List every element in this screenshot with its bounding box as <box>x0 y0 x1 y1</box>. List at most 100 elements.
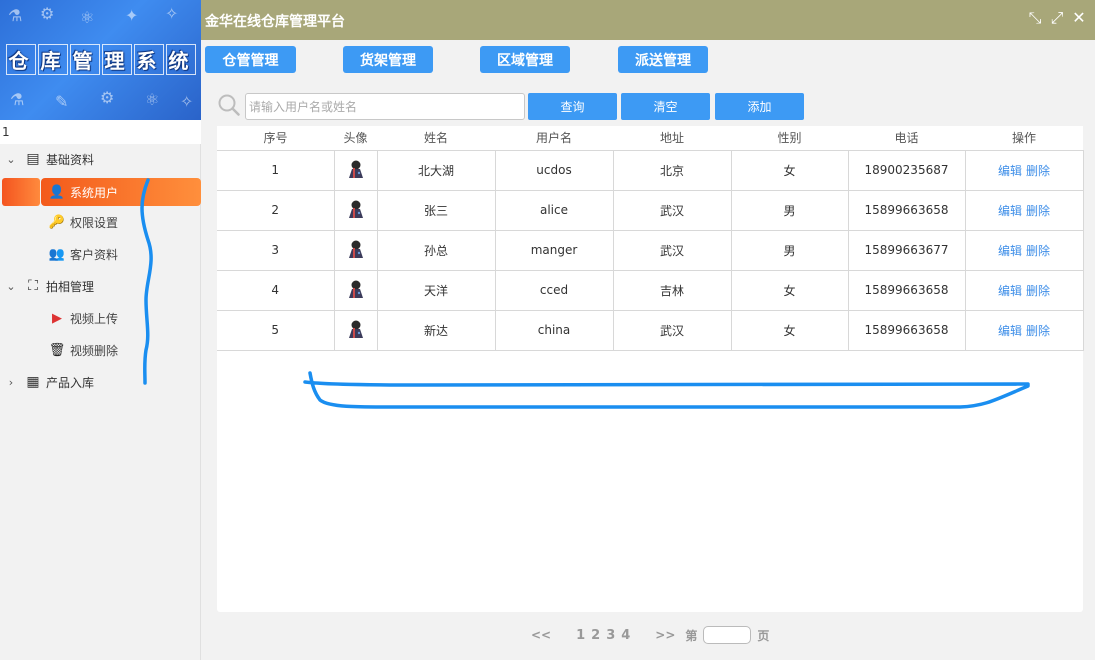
minimize-icon[interactable]: ⤡ <box>1025 8 1045 28</box>
cell-phone: 18900235687 <box>847 149 966 191</box>
sidebar-item-video-delete[interactable]: 🗑 视频删除 <box>0 336 201 364</box>
cell-name: 天洋 <box>376 269 496 311</box>
tree-group-label: 基础资料 <box>46 152 95 167</box>
logo-char: 系 <box>133 44 164 75</box>
page-link[interactable]: 2 <box>591 628 600 643</box>
sidebar-search-input[interactable] <box>0 120 201 144</box>
cell-actions: 编辑 删除 <box>964 269 1084 311</box>
next-page-link[interactable]: >> <box>655 628 675 642</box>
camera-frame-icon: ⛶ <box>28 278 38 294</box>
column-header: 姓名 <box>377 126 495 151</box>
edit-link[interactable]: 编辑 <box>998 164 1022 178</box>
sidebar: ⚗ ⚙ ⚛ ✦ ✧ ⚗ ✎ ⚙ ⚛ ✧ 仓库管理系统 ⌄ ▤ 基础资料 👤 系统… <box>0 0 201 660</box>
app-title: 金华在线仓库管理平台 <box>205 14 345 30</box>
chevron-down-icon[interactable]: ⌄ <box>0 153 22 166</box>
cell-username: alice <box>494 189 614 231</box>
cell-no: 3 <box>217 229 335 271</box>
sidebar-item-customers[interactable]: 👥 客户资料 <box>0 240 201 268</box>
avatar <box>348 240 363 258</box>
sidebar-item-permissions[interactable]: 🔑 权限设置 <box>0 208 201 236</box>
edit-link[interactable]: 编辑 <box>998 204 1022 218</box>
edit-link[interactable]: 编辑 <box>998 244 1022 258</box>
column-header: 用户名 <box>495 126 613 151</box>
edit-link[interactable]: 编辑 <box>998 324 1022 338</box>
table-row: 5 新达 china 武汉女 15899663658 编辑 删除 <box>217 309 1084 351</box>
cell-username: manger <box>494 229 614 271</box>
close-icon[interactable]: ✕ <box>1069 8 1089 28</box>
maximize-icon[interactable]: ⤢ <box>1047 8 1067 28</box>
delete-link[interactable]: 删除 <box>1026 284 1050 298</box>
page-link[interactable]: 1 <box>576 628 585 643</box>
delete-link[interactable]: 删除 <box>1026 164 1050 178</box>
cell-address: 武汉 <box>612 229 732 271</box>
cell-no: 5 <box>217 309 335 351</box>
cell-address: 武汉 <box>612 309 732 351</box>
nav-warehouse-button[interactable]: 仓管管理 <box>205 46 296 73</box>
star-doodle-icon: ✧ <box>180 92 194 111</box>
user-icon: 👤 <box>48 184 66 200</box>
cell-avatar <box>333 229 378 271</box>
atom-doodle-icon: ⚛ <box>145 90 160 109</box>
cell-no: 2 <box>217 189 335 231</box>
tree-group-product-inbound[interactable]: › ▦ 产品入库 <box>0 370 201 394</box>
column-header: 操作 <box>965 126 1083 151</box>
video-camera-icon: ▶ <box>52 310 62 326</box>
cell-gender: 女 <box>730 309 849 351</box>
chevron-down-icon[interactable]: ⌄ <box>0 280 22 293</box>
chevron-right-icon[interactable]: › <box>0 376 22 389</box>
delete-link[interactable]: 删除 <box>1026 244 1050 258</box>
cell-phone: 15899663658 <box>847 269 966 311</box>
delete-link[interactable]: 删除 <box>1026 204 1050 218</box>
edit-link[interactable]: 编辑 <box>998 284 1022 298</box>
avatar <box>348 320 363 338</box>
cell-username: cced <box>494 269 614 311</box>
add-button[interactable]: 添加 <box>715 93 804 120</box>
cell-name: 张三 <box>376 189 496 231</box>
cell-phone: 15899663658 <box>847 309 966 351</box>
user-key-icon: 🔑 <box>48 214 66 230</box>
tree-group-photo-management[interactable]: ⌄ ⛶ 拍相管理 <box>0 274 201 298</box>
column-header: 地址 <box>613 126 731 151</box>
logo-char: 库 <box>37 44 68 75</box>
delete-link[interactable]: 删除 <box>1026 324 1050 338</box>
star-doodle-icon: ✧ <box>165 4 179 23</box>
column-header: 电话 <box>848 126 965 151</box>
nav-region-button[interactable]: 区域管理 <box>480 46 570 73</box>
nav-shelf-button[interactable]: 货架管理 <box>343 46 433 73</box>
flask-doodle-icon: ⚗ <box>10 90 25 109</box>
logo-title: 仓库管理系统 <box>0 44 201 75</box>
avatar <box>348 160 363 178</box>
sidebar-item-video-upload[interactable]: ▶ 视频上传 <box>0 304 201 332</box>
nav-delivery-button[interactable]: 派送管理 <box>618 46 708 73</box>
flask-doodle-icon: ⚗ <box>8 6 23 25</box>
cell-phone: 15899663658 <box>847 189 966 231</box>
prev-page-link[interactable]: << <box>531 628 551 642</box>
cell-name: 孙总 <box>376 229 496 271</box>
logo-char: 统 <box>165 44 196 75</box>
logo-char: 管 <box>69 44 100 75</box>
pen-doodle-icon: ✎ <box>55 92 69 111</box>
avatar <box>348 280 363 298</box>
page-number-input[interactable] <box>703 626 752 644</box>
search-input[interactable] <box>245 93 525 120</box>
tree-group-label: 拍相管理 <box>46 279 95 294</box>
page-prefix-label: 第 <box>685 628 698 643</box>
logo-char: 理 <box>101 44 132 75</box>
top-bar: 金华在线仓库管理平台 ⤡ ⤢ ✕ <box>201 0 1095 40</box>
sidebar-item-system-users[interactable]: 👤 系统用户 <box>0 178 201 206</box>
cell-name: 北大湖 <box>376 149 496 191</box>
page-link[interactable]: 3 <box>606 628 615 643</box>
query-button[interactable]: 查询 <box>528 93 617 120</box>
cell-actions: 编辑 删除 <box>964 149 1084 191</box>
clear-button[interactable]: 清空 <box>621 93 710 120</box>
table-row: 4 天洋 cced 吉林女 15899663658 编辑 删除 <box>217 269 1084 311</box>
cell-actions: 编辑 删除 <box>964 309 1084 351</box>
page-link[interactable]: 4 <box>621 628 630 643</box>
cell-no: 4 <box>217 269 335 311</box>
cell-gender: 男 <box>730 229 849 271</box>
tree-group-basic-data[interactable]: ⌄ ▤ 基础资料 <box>0 147 201 171</box>
page-suffix-label: 页 <box>757 628 770 643</box>
address-book-icon: ▤ <box>26 151 40 167</box>
warehouse-icon: ▦ <box>26 374 40 390</box>
sidebar-item-label: 权限设置 <box>70 215 119 230</box>
